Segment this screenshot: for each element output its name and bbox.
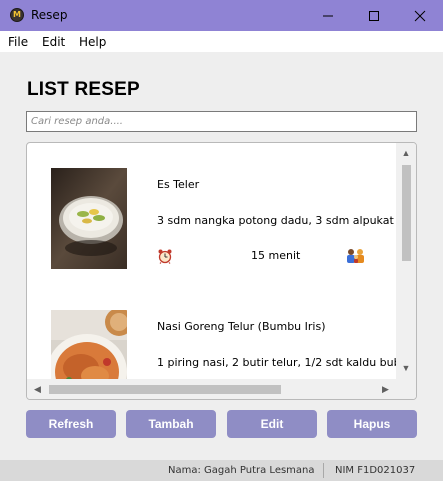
recipe-list[interactable]: Es Teler 3 sdm nangka potong dadu, 3 sdm…: [26, 142, 417, 400]
close-icon: [414, 10, 426, 22]
recipe-name: Nasi Goreng Telur (Bumbu Iris): [157, 320, 326, 333]
vertical-scrollbar[interactable]: ▲ ▼: [396, 143, 416, 379]
recipe-ingredients: 3 sdm nangka potong dadu, 3 sdm alpukat …: [157, 214, 396, 227]
recipe-card[interactable]: Es Teler 3 sdm nangka potong dadu, 3 sdm…: [27, 143, 396, 285]
status-nim: NIM F1D021037: [335, 465, 416, 476]
people-icon: [345, 248, 367, 264]
recipe-list-viewport: Es Teler 3 sdm nangka potong dadu, 3 sdm…: [27, 143, 396, 379]
maximize-icon: [369, 11, 379, 21]
status-name: Nama: Gagah Putra Lesmana: [168, 465, 315, 476]
refresh-button[interactable]: Refresh: [26, 410, 116, 438]
recipe-name: Es Teler: [157, 178, 200, 191]
menu-file[interactable]: File: [8, 35, 28, 49]
scroll-up-icon[interactable]: ▲: [396, 145, 416, 162]
main-content: LIST RESEP Cari resep anda.... Es Teler …: [0, 52, 443, 460]
add-button[interactable]: Tambah: [126, 410, 216, 438]
scroll-down-icon[interactable]: ▼: [396, 360, 416, 377]
scroll-left-icon[interactable]: ◀: [29, 379, 46, 399]
menu-bar: File Edit Help: [0, 31, 443, 52]
menu-help[interactable]: Help: [79, 35, 106, 49]
status-bar: Nama: Gagah Putra Lesmana NIM F1D021037: [0, 460, 443, 481]
recipe-duration: 15 menit: [251, 249, 301, 262]
recipe-image-es-teler: [51, 168, 127, 269]
page-title: LIST RESEP: [27, 79, 140, 100]
vertical-scroll-thumb[interactable]: [402, 165, 411, 261]
recipe-ingredients: 1 piring nasi, 2 butir telur, 1/2 sdt ka…: [157, 356, 396, 369]
close-button[interactable]: [397, 0, 443, 31]
alarm-clock-icon: [157, 248, 173, 264]
recipe-card[interactable]: Nasi Goreng Telur (Bumbu Iris) 1 piring …: [27, 285, 396, 379]
minimize-icon: [323, 15, 333, 17]
recipe-image-nasi-goreng: [51, 310, 127, 379]
horizontal-scrollbar[interactable]: ◀ ▶: [27, 379, 396, 399]
status-separator: [323, 463, 324, 478]
title-bar[interactable]: M Resep: [0, 0, 443, 31]
window-title: Resep: [31, 8, 68, 22]
scroll-right-icon[interactable]: ▶: [377, 379, 394, 399]
search-input[interactable]: [26, 111, 417, 132]
minimize-button[interactable]: [305, 0, 351, 31]
scroll-corner: [396, 379, 416, 399]
horizontal-scroll-thumb[interactable]: [49, 385, 281, 394]
app-icon: M: [10, 8, 24, 22]
edit-button[interactable]: Edit: [227, 410, 317, 438]
delete-button[interactable]: Hapus: [327, 410, 417, 438]
maximize-button[interactable]: [351, 0, 397, 31]
menu-edit[interactable]: Edit: [42, 35, 65, 49]
